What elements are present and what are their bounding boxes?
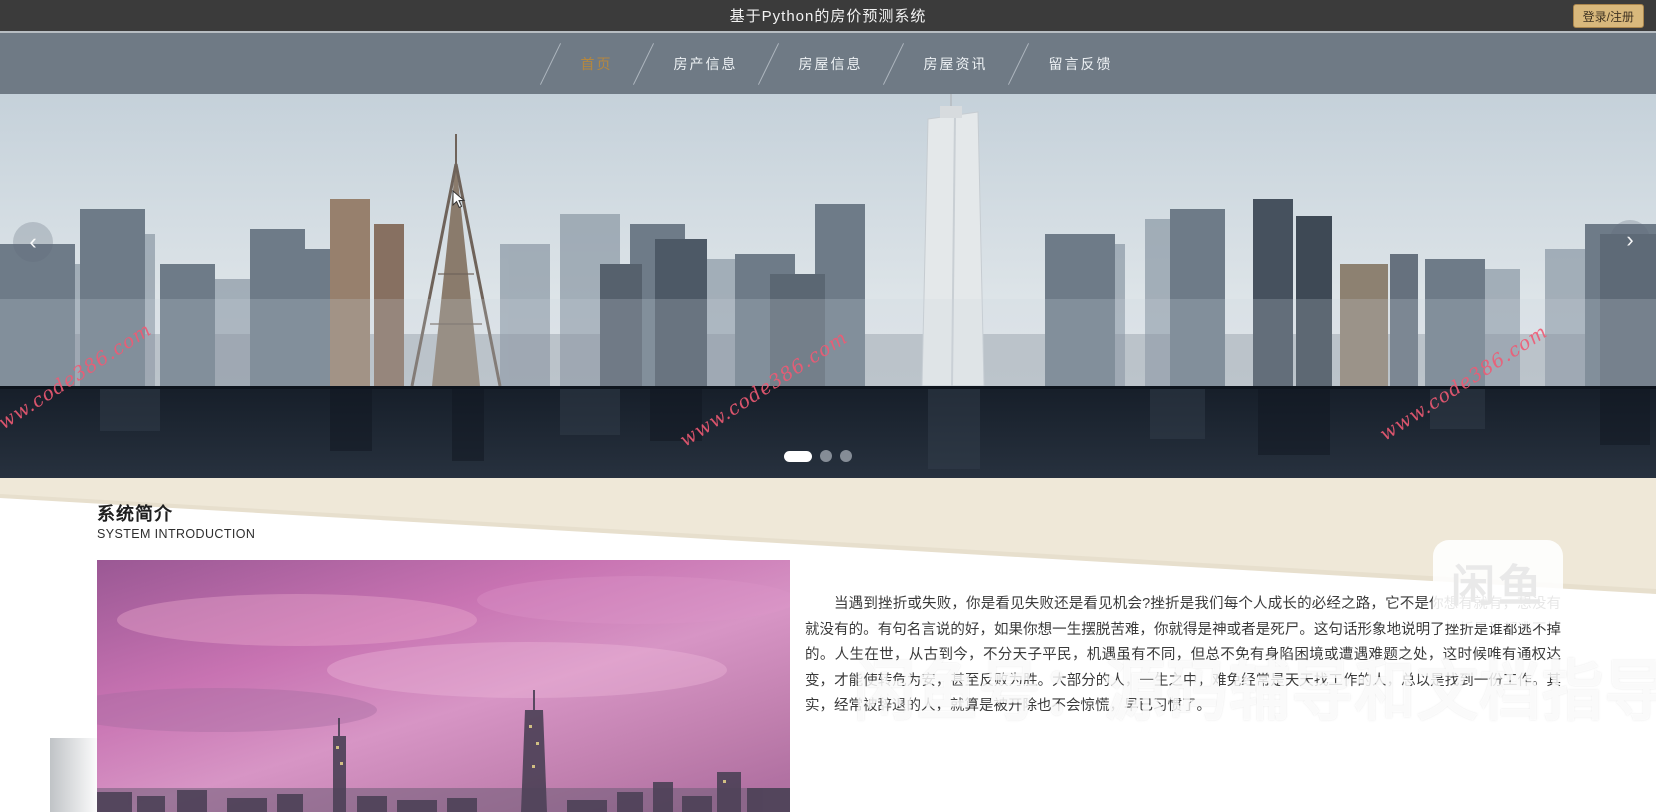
carousel-dot[interactable] <box>820 450 832 462</box>
nav-separator <box>882 43 903 85</box>
nav-item-house-news[interactable]: 房屋资讯 <box>924 54 988 74</box>
carousel-prev-button[interactable]: ‹ <box>13 222 53 262</box>
intro-paragraph: 当遇到挫折或失败，你是看见失败还是看见机会?挫折是我们每个人成长的必经之路，它不… <box>805 592 1561 720</box>
intro-image <box>97 560 790 812</box>
carousel-dot[interactable] <box>840 450 852 462</box>
nav-separator <box>1007 43 1028 85</box>
topbar: 基于Python的房价预测系统 登录/注册 <box>0 0 1656 33</box>
nav-item-house-info[interactable]: 房屋信息 <box>799 54 863 74</box>
intro-heading: 系统简介 <box>97 500 173 526</box>
page-title: 基于Python的房价预测系统 <box>730 5 927 26</box>
page: 基于Python的房价预测系统 登录/注册 首页 房产信息 房屋信息 房屋资讯 … <box>0 0 1656 812</box>
login-register-button[interactable]: 登录/注册 <box>1573 4 1644 28</box>
carousel-dot[interactable] <box>784 451 812 462</box>
nav-item-feedback[interactable]: 留言反馈 <box>1049 54 1113 74</box>
nav-separator <box>757 43 778 85</box>
intro-subheading: SYSTEM INTRODUCTION <box>97 527 255 541</box>
nav-separator <box>632 43 653 85</box>
nav-item-property-info[interactable]: 房产信息 <box>674 54 738 74</box>
city-skyline-image <box>0 94 1656 478</box>
main-nav: 首页 房产信息 房屋信息 房屋资讯 留言反馈 <box>0 33 1656 94</box>
nav-item-home[interactable]: 首页 <box>581 54 613 74</box>
hero-carousel[interactable]: www.code386.com www.code386.com www.code… <box>0 94 1656 478</box>
carousel-next-button[interactable]: › <box>1610 220 1650 260</box>
carousel-dots <box>784 450 852 462</box>
nav-separator <box>539 43 560 85</box>
